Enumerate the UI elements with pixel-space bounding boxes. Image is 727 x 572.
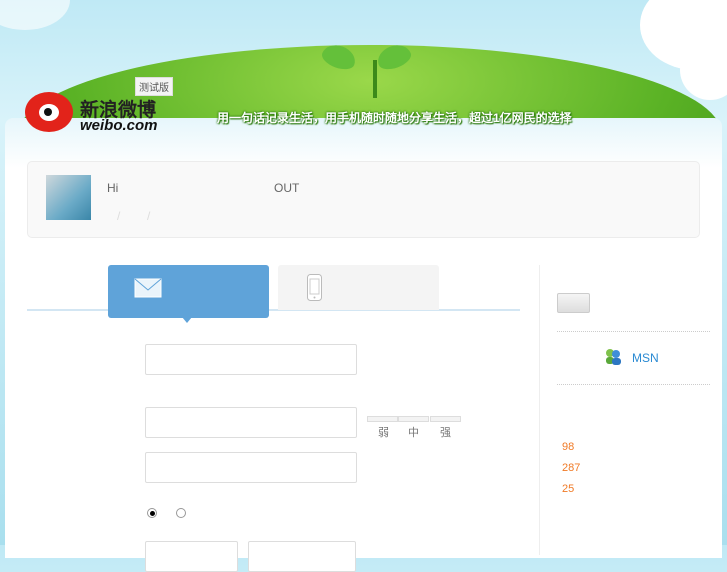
gender-radio-male[interactable] [147,508,157,518]
msn-link[interactable]: MSN [632,351,659,365]
tab-email-register[interactable] [108,265,269,318]
city-select[interactable] [248,541,356,572]
email-input[interactable] [145,344,357,375]
strength-label-strong: 强 [440,427,451,439]
strength-label-medium: 中 [408,427,419,439]
password-input[interactable] [145,407,357,438]
gender-radio-female[interactable] [176,508,186,518]
logout-link[interactable]: OUT [274,181,299,195]
logo-domain[interactable]: weibo.com [80,117,158,134]
tab-pointer [182,317,192,323]
phone-icon [307,274,322,301]
weibo-logo-icon [25,92,73,132]
strength-bar-medium [398,416,429,422]
cloud [680,40,727,100]
divider [557,384,710,385]
province-select[interactable] [145,541,238,572]
stat-value: 287 [562,462,581,474]
user-box [27,161,700,238]
strength-bar-weak [367,416,398,422]
envelope-icon [134,278,162,298]
tab-phone-register[interactable] [278,265,439,310]
separator: / [147,209,151,223]
tab-underline [27,309,520,311]
nickname-input[interactable] [145,452,357,483]
stat-value: 25 [562,483,575,495]
cloud [0,0,70,30]
strength-label-weak: 弱 [378,427,389,439]
msn-icon [606,349,621,365]
stat-value: 98 [562,441,575,453]
greeting: Hi [107,181,119,195]
sidebar-divider [539,265,540,555]
login-button[interactable] [557,293,590,313]
separator: / [117,209,121,223]
divider [557,331,710,332]
slogan: 用一句话记录生活，用手机随时随地分享生活，超过1亿网民的选择 [217,111,572,125]
avatar[interactable] [46,175,91,220]
beta-badge: 测试版 [135,77,173,96]
strength-bar-strong [430,416,461,422]
sprout-icon [373,60,377,98]
